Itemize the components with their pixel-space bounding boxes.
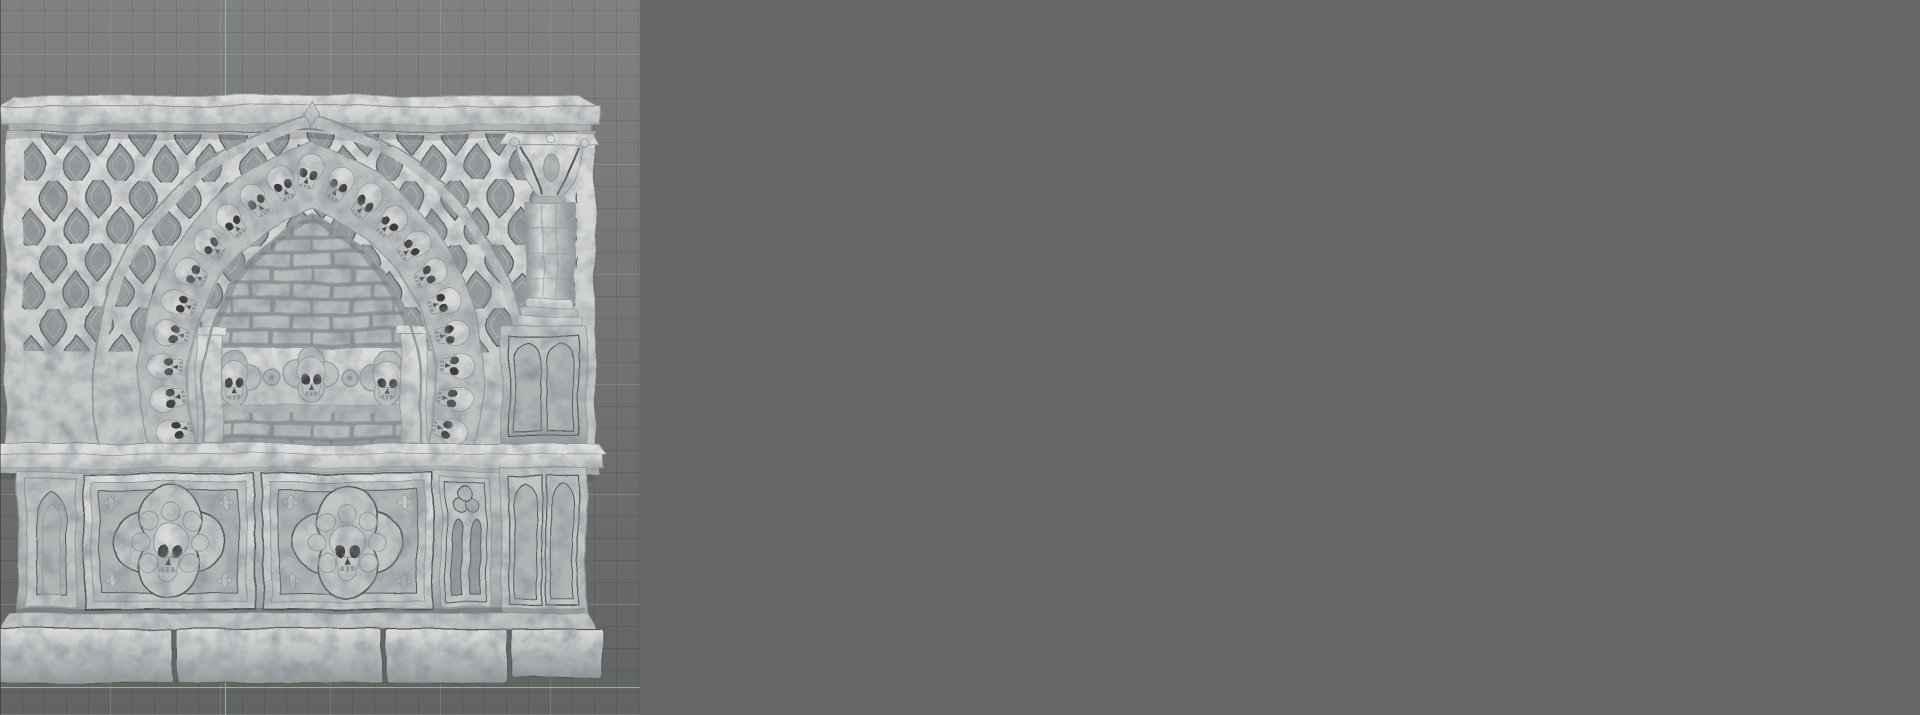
quatrefoil-skull-panel: [83, 473, 256, 611]
plinth: [0, 608, 604, 684]
altar-chest: [16, 466, 588, 615]
monument: [0, 95, 608, 684]
column-pedestal: [501, 326, 588, 445]
right-lancet-pilaster: [500, 466, 588, 615]
viewport-panel-textured[interactable]: [0, 0, 640, 715]
panel-divider: [0, 0, 1, 715]
trefoil-pilaster-panel: [440, 477, 493, 609]
gothic-skull-shrine-model-textured: [0, 95, 608, 684]
viewport-montage: [0, 0, 1920, 715]
quatrefoil-skull-panel: [261, 473, 434, 611]
ogee-panel: [24, 477, 77, 609]
